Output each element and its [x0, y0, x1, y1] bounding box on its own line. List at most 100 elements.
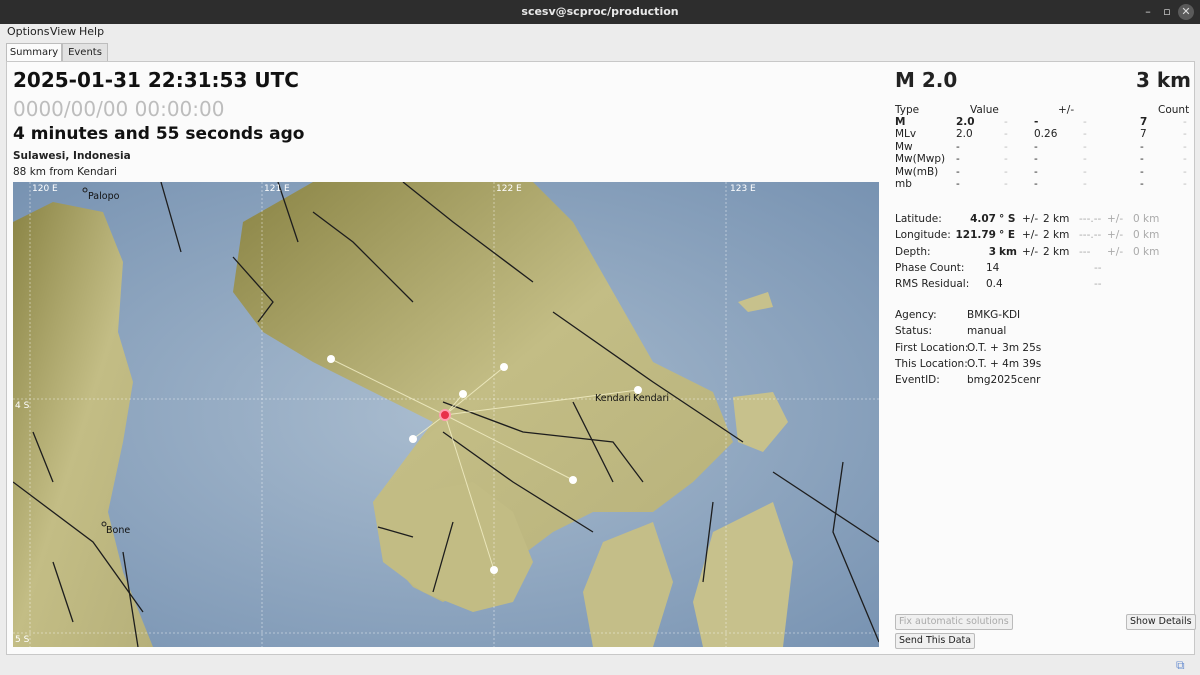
fix-automatic-button[interactable]: Fix automatic solutions: [895, 614, 1013, 630]
mag-cell-d2: -: [1083, 116, 1087, 128]
mag-cell-pm: 0.26: [1034, 128, 1058, 141]
col-type-header: Type: [895, 104, 920, 116]
station-marker[interactable]: [327, 355, 335, 363]
location-label: Depth:: [895, 245, 931, 258]
mag-cell-value: -: [956, 140, 960, 153]
mag-cell-d3: -: [1183, 128, 1187, 141]
location-value: 0.4: [986, 278, 1003, 291]
info-label: Agency:: [895, 309, 937, 321]
origin-time: 2025-01-31 22:31:53 UTC: [13, 68, 299, 92]
mag-cell-count: -: [1140, 153, 1144, 166]
station-marker[interactable]: [569, 476, 577, 484]
location-alt: --: [1094, 261, 1102, 274]
mag-cell-pm: -: [1034, 165, 1038, 178]
info-value: BMKG-KDI: [967, 309, 1021, 321]
info-label: First Location:: [895, 341, 969, 354]
location-unc2: 0 km: [1133, 213, 1160, 225]
mag-cell-d1: -: [1004, 165, 1008, 178]
info-value: manual: [967, 325, 1007, 338]
magnitude-value: M 2.0: [895, 68, 958, 92]
menu-view[interactable]: View: [50, 25, 76, 38]
show-details-button[interactable]: Show Details: [1126, 614, 1196, 630]
location-unc: 2 km: [1043, 213, 1070, 225]
region-label: Sulawesi, Indonesia: [13, 150, 131, 162]
station-marker[interactable]: [490, 566, 498, 574]
location-label: Latitude:: [895, 213, 942, 225]
city-label-palopo: Palopo: [88, 191, 120, 202]
mag-cell-type: MLv: [895, 128, 917, 141]
mag-cell-d2: -: [1083, 178, 1087, 190]
mag-cell-d1: -: [1004, 140, 1008, 153]
location-value: 3: [988, 245, 996, 258]
mag-cell-type: Mw(Mwp): [895, 153, 946, 166]
minimize-icon[interactable]: –: [1140, 4, 1156, 20]
mag-cell-d1: -: [1004, 116, 1008, 128]
depth-value: 3 km: [1136, 68, 1192, 92]
tab-summary[interactable]: Summary: [6, 43, 62, 62]
city-label-bone: Bone: [106, 525, 130, 536]
location-unit: ° E: [999, 229, 1016, 242]
station-marker[interactable]: [459, 390, 467, 398]
location-alt: ---.--: [1079, 213, 1102, 225]
station-marker[interactable]: [409, 435, 417, 443]
window-title: scesv@scproc/production: [521, 5, 679, 18]
info-label: Status:: [895, 325, 932, 338]
mag-cell-type: Mw(mB): [895, 165, 939, 178]
mag-cell-value: -: [956, 178, 960, 190]
location-pm: +/-: [1022, 229, 1039, 242]
mag-cell-pm: -: [1034, 116, 1039, 128]
grid-label-5s: 5 S: [15, 635, 30, 645]
location-unc: 2 km: [1043, 245, 1070, 258]
grid-label-123: 123 E: [730, 184, 756, 194]
mag-cell-count: -: [1140, 165, 1144, 178]
mag-cell-d3: -: [1183, 178, 1187, 190]
location-value: 14: [986, 261, 1000, 274]
mag-cell-d2: -: [1083, 153, 1087, 166]
mag-cell-d3: -: [1183, 116, 1187, 128]
location-unit: ° S: [999, 213, 1016, 225]
grid-label-4s: 4 S: [15, 401, 30, 411]
location-alt: --: [1094, 278, 1102, 291]
location-unit: km: [999, 245, 1017, 258]
col-pm-header: +/-: [1058, 104, 1075, 116]
location-label: Longitude:: [895, 229, 951, 242]
location-pm: +/-: [1022, 245, 1039, 258]
location-label: Phase Count:: [895, 261, 965, 274]
location-alt: ---: [1079, 245, 1091, 258]
info-value: O.T. + 4m 39s: [967, 357, 1042, 370]
grid-label-120: 120 E: [32, 184, 58, 194]
location-pm: +/-: [1022, 213, 1039, 225]
col-value-header: Value: [970, 104, 999, 116]
mag-cell-d3: -: [1183, 140, 1187, 153]
info-label: EventID:: [895, 374, 940, 387]
mag-cell-count: 7: [1140, 128, 1147, 141]
location-pm2: +/-: [1107, 229, 1124, 242]
mag-cell-d2: -: [1083, 165, 1087, 178]
location-value: 4.07: [970, 213, 996, 225]
close-icon[interactable]: ✕: [1178, 4, 1194, 20]
event-map[interactable]: 120 E 121 E 122 E 123 E 4 S 5 S Palopo B…: [13, 182, 879, 647]
mag-cell-value: -: [956, 165, 960, 178]
distance-label: 88 km from Kendari: [13, 166, 117, 178]
mag-cell-pm: -: [1034, 178, 1038, 190]
mag-cell-pm: -: [1034, 140, 1038, 153]
tab-events[interactable]: Events: [62, 43, 108, 61]
mag-cell-d1: -: [1004, 128, 1008, 141]
location-unc2: 0 km: [1133, 229, 1160, 242]
window-titlebar: scesv@scproc/production – ▫ ✕: [0, 0, 1200, 24]
epicenter-icon[interactable]: [439, 409, 451, 421]
menu-help[interactable]: Help: [79, 25, 104, 38]
info-value: O.T. + 3m 25s: [967, 341, 1042, 354]
mag-cell-d3: -: [1183, 165, 1187, 178]
city-label-kendari: Kendari: [595, 393, 631, 404]
resize-grip-icon[interactable]: ⧉: [1176, 658, 1190, 672]
menu-bar: Options View Help: [0, 24, 1200, 38]
maximize-icon[interactable]: ▫: [1159, 4, 1175, 20]
location-pm2: +/-: [1107, 213, 1124, 225]
menu-options[interactable]: Options: [7, 25, 49, 38]
mag-cell-type: mb: [895, 178, 912, 190]
mag-cell-count: -: [1140, 178, 1144, 190]
station-marker[interactable]: [500, 363, 508, 371]
send-data-button[interactable]: Send This Data: [895, 633, 976, 649]
mag-cell-d2: -: [1083, 140, 1087, 153]
